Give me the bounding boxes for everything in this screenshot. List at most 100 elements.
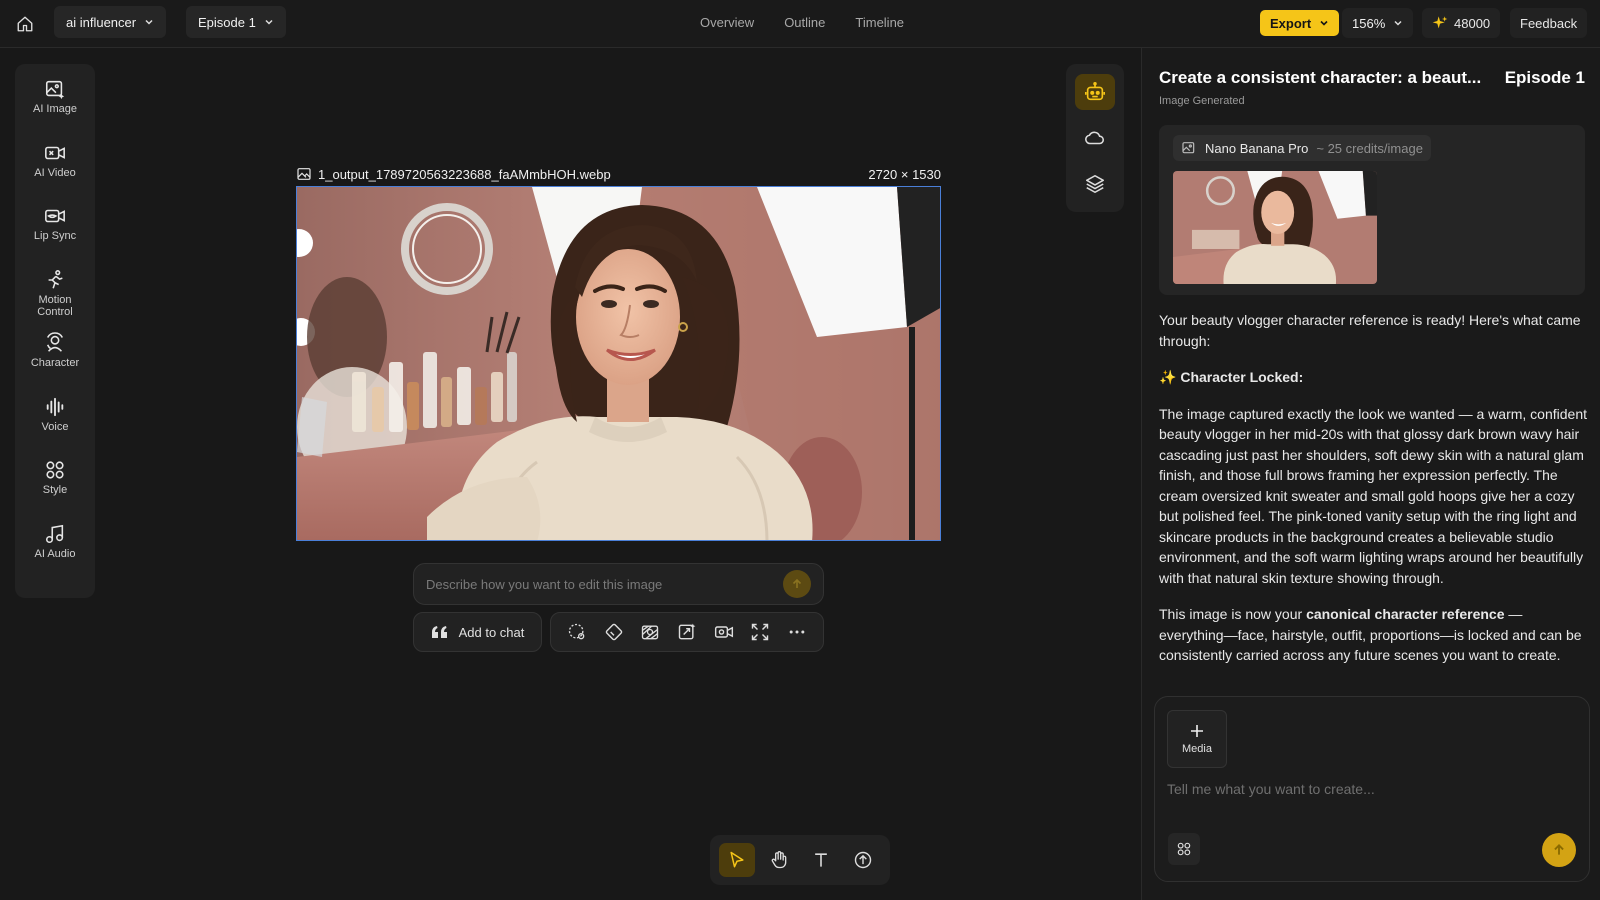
send-edit-button[interactable] xyxy=(783,570,811,598)
zoom-selector[interactable]: 156% xyxy=(1342,8,1414,38)
chevron-down-icon xyxy=(1319,18,1329,28)
expand-icon[interactable] xyxy=(750,622,770,642)
agent-button[interactable] xyxy=(1075,74,1115,110)
main-nav: Overview Outline Timeline xyxy=(700,0,904,44)
to-video-icon[interactable] xyxy=(714,622,734,642)
more-icon[interactable] xyxy=(787,622,807,642)
ai-video-icon xyxy=(44,142,66,164)
upload-icon xyxy=(853,850,873,870)
chevron-down-icon xyxy=(264,17,274,27)
message-section-heading: ✨ Character Locked: xyxy=(1159,367,1587,388)
episode-selector[interactable]: Episode 1 xyxy=(186,6,286,38)
zoom-value: 156% xyxy=(1352,15,1386,31)
templates-button[interactable] xyxy=(1168,833,1200,865)
tool-voice[interactable]: Voice xyxy=(15,396,95,460)
grid-icon xyxy=(1176,841,1192,857)
tool-ai-image[interactable]: AI Image xyxy=(15,78,95,142)
image-header: 1_output_1789720563223688_faAMmbHOH.webp… xyxy=(296,165,941,183)
upload-tool-button[interactable] xyxy=(845,843,881,877)
tool-ai-audio[interactable]: AI Audio xyxy=(15,523,95,587)
select-icon xyxy=(727,850,747,870)
sparkle-icon xyxy=(1432,15,1448,31)
image-filename: 1_output_1789720563223688_faAMmbHOH.webp xyxy=(318,166,611,182)
message-description: The image captured exactly the look we w… xyxy=(1159,405,1587,586)
lasso-icon[interactable] xyxy=(567,622,587,642)
cloud-button[interactable] xyxy=(1075,120,1115,156)
select-tool-button[interactable] xyxy=(719,843,755,877)
message-reference: This image is now your canonical charact… xyxy=(1159,604,1587,666)
project-selector[interactable]: ai influencer xyxy=(54,6,167,38)
image-action-bar xyxy=(550,612,824,652)
generated-image[interactable] xyxy=(296,186,941,541)
export-button[interactable]: Export xyxy=(1260,10,1340,36)
tool-style[interactable]: Style xyxy=(15,459,95,523)
nav-timeline[interactable]: Timeline xyxy=(855,15,904,30)
message-intro: Your beauty vlogger character reference … xyxy=(1159,312,1581,349)
section-heading-text: Character Locked: xyxy=(1180,369,1304,385)
media-label: Media xyxy=(1182,743,1212,755)
image-dimensions: 2720 × 1530 xyxy=(868,166,941,182)
export-label: Export xyxy=(1270,15,1312,31)
tool-motion-control[interactable]: Motion Control xyxy=(15,269,95,333)
voice-icon xyxy=(44,396,66,418)
chat-header: Create a consistent character: a beaut..… xyxy=(1159,68,1585,88)
agent-icon xyxy=(1084,81,1106,103)
image-file-icon xyxy=(296,166,312,182)
credits-badge[interactable]: 48000 xyxy=(1422,8,1501,38)
layers-icon xyxy=(1084,173,1106,195)
tool-character[interactable]: Character xyxy=(15,332,95,396)
eraser-icon[interactable] xyxy=(604,622,624,642)
cloud-icon xyxy=(1084,127,1106,149)
tool-label: Motion Control xyxy=(37,293,73,318)
project-name: ai influencer xyxy=(66,14,137,30)
generated-thumbnail[interactable] xyxy=(1173,171,1377,284)
character-icon xyxy=(44,332,66,354)
image-edit-input[interactable] xyxy=(426,576,783,592)
home-icon xyxy=(16,15,34,33)
background-icon[interactable] xyxy=(640,622,660,642)
feedback-button[interactable]: Feedback xyxy=(1510,8,1588,38)
assistant-message: Your beauty vlogger character reference … xyxy=(1159,310,1587,730)
hand-icon xyxy=(769,850,789,870)
motion-control-icon xyxy=(44,269,66,291)
chat-title: Create a consistent character: a beaut..… xyxy=(1159,68,1482,87)
image-edit-prompt[interactable] xyxy=(413,563,824,605)
model-name: Nano Banana Pro xyxy=(1205,140,1309,156)
layers-button[interactable] xyxy=(1075,166,1115,202)
tool-sidebar: AI Image AI Video Lip Sync Motion Contro… xyxy=(15,64,95,598)
top-bar: ai influencer Episode 1 Overview Outline… xyxy=(0,0,1600,48)
upscale-icon[interactable] xyxy=(677,622,697,642)
tool-ai-video[interactable]: AI Video xyxy=(15,142,95,206)
chat-composer: Media xyxy=(1154,696,1590,882)
text-icon xyxy=(811,850,831,870)
tool-label: Style xyxy=(42,484,68,496)
send-message-button[interactable] xyxy=(1542,833,1576,867)
tool-label: Character xyxy=(30,357,80,369)
tool-lip-sync[interactable]: Lip Sync xyxy=(15,205,95,269)
home-button[interactable] xyxy=(10,10,40,38)
plus-icon xyxy=(1189,723,1205,739)
sparkles-emoji-icon: ✨ xyxy=(1159,369,1177,385)
reference-prefix: This image is now your xyxy=(1159,606,1307,622)
chevron-down-icon xyxy=(1393,18,1403,28)
model-chip: Nano Banana Pro ~ 25 credits/image xyxy=(1173,135,1431,161)
arrow-up-icon xyxy=(791,578,803,590)
chat-status: Image Generated xyxy=(1159,95,1245,107)
tool-label: AI Audio xyxy=(34,547,76,560)
nav-overview[interactable]: Overview xyxy=(700,15,754,30)
chevron-down-icon xyxy=(144,17,154,27)
ai-audio-icon xyxy=(44,523,66,545)
chat-input[interactable] xyxy=(1167,781,1577,821)
arrow-up-icon xyxy=(1552,843,1566,857)
chat-episode: Episode 1 xyxy=(1504,68,1585,87)
tool-label: Lip Sync xyxy=(33,230,77,242)
text-tool-button[interactable] xyxy=(803,843,839,877)
hand-tool-button[interactable] xyxy=(761,843,797,877)
episode-name: Episode 1 xyxy=(198,14,256,30)
add-media-button[interactable]: Media xyxy=(1167,710,1227,768)
model-cost: ~ 25 credits/image xyxy=(1316,140,1423,156)
nav-outline[interactable]: Outline xyxy=(784,15,825,30)
image-model-icon xyxy=(1181,140,1197,156)
add-to-chat-button[interactable]: Add to chat xyxy=(413,612,542,652)
generation-card: Nano Banana Pro ~ 25 credits/image xyxy=(1159,125,1585,295)
